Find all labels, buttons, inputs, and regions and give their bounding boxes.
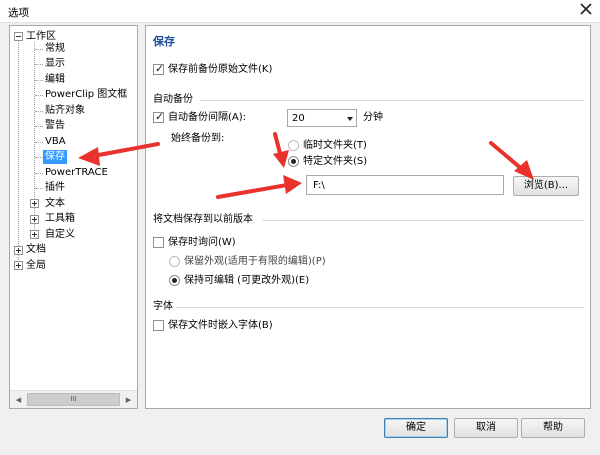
annotation-arrow bbox=[489, 141, 534, 180]
annotation-arrow bbox=[78, 142, 160, 166]
annotation-arrow bbox=[273, 132, 289, 168]
annotation-arrow bbox=[216, 175, 302, 199]
annotation-arrows bbox=[78, 132, 534, 199]
